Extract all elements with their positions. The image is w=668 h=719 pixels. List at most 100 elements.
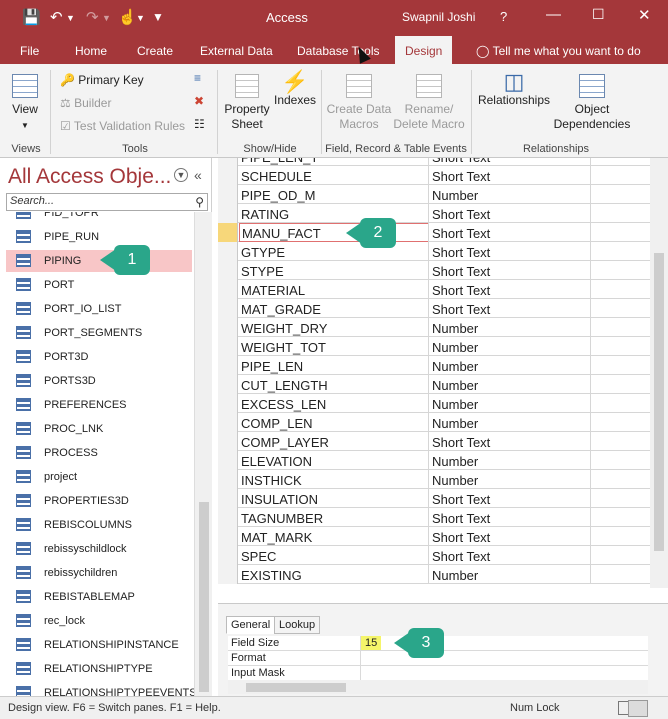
nav-item[interactable]: PORT <box>6 274 192 296</box>
field-row[interactable]: WEIGHT_DRY Number <box>218 318 650 337</box>
field-name-cell[interactable]: CUT_LENGTH <box>241 378 429 394</box>
test-validation-rules-button[interactable]: ☑ Test Validation Rules <box>60 119 185 133</box>
nav-item[interactable]: REBISCOLUMNS <box>6 514 192 536</box>
data-type-cell[interactable]: Number <box>432 397 478 412</box>
data-type-cell[interactable]: Number <box>432 359 478 374</box>
field-row[interactable]: WEIGHT_TOT Number <box>218 337 650 356</box>
field-grid-scrollbar[interactable] <box>650 158 668 588</box>
customize-qat-icon[interactable]: ▼ <box>152 10 164 24</box>
nav-pane-title[interactable]: All Access Obje... <box>8 165 171 189</box>
undo-dropdown-icon[interactable]: ▼ <box>66 13 75 23</box>
field-row[interactable]: CUT_LENGTH Number <box>218 375 650 394</box>
field-row[interactable]: PIPE_LEN_TShort Text <box>218 158 650 166</box>
data-type-cell[interactable]: Number <box>432 454 478 469</box>
tab-home[interactable]: Home <box>75 44 107 58</box>
property-sheet-button[interactable]: Property Sheet <box>222 74 272 132</box>
field-name-cell[interactable]: EXISTING <box>241 568 429 584</box>
field-name-cell[interactable]: GTYPE <box>241 245 429 261</box>
row-selector[interactable] <box>218 337 238 356</box>
row-selector[interactable] <box>218 489 238 508</box>
nav-item[interactable]: RELATIONSHIPINSTANCE <box>6 634 192 656</box>
data-type-cell[interactable]: Short Text <box>432 226 490 241</box>
field-row[interactable]: SPEC Short Text <box>218 546 650 565</box>
field-name-cell[interactable]: MATERIAL <box>241 283 429 299</box>
field-row[interactable]: SCHEDULE Short Text <box>218 166 650 185</box>
field-name-cell[interactable]: EXCESS_LEN <box>241 397 429 413</box>
data-type-cell[interactable]: Short Text <box>432 245 490 260</box>
properties-scroll-thumb[interactable] <box>246 683 346 692</box>
row-selector[interactable] <box>218 527 238 546</box>
row-selector[interactable] <box>218 508 238 527</box>
nav-item[interactable]: RELATIONSHIPTYPEEVENTS <box>6 682 194 696</box>
row-selector[interactable] <box>218 242 238 261</box>
view-button[interactable]: View ▼ <box>8 74 42 133</box>
field-row[interactable]: COMP_LEN Number <box>218 413 650 432</box>
insert-rows-icon[interactable]: ≡ <box>194 71 201 85</box>
field-name-cell[interactable]: WEIGHT_DRY <box>241 321 429 337</box>
field-row[interactable]: STYPE Short Text <box>218 261 650 280</box>
data-type-cell[interactable]: Number <box>432 568 478 583</box>
row-selector[interactable] <box>218 261 238 280</box>
data-type-cell[interactable]: Number <box>432 378 478 393</box>
row-selector[interactable] <box>218 204 238 223</box>
row-selector[interactable] <box>218 451 238 470</box>
tab-lookup[interactable]: Lookup <box>274 616 321 634</box>
primary-key-button[interactable]: 🔑 Primary Key <box>60 73 144 87</box>
data-type-cell[interactable]: Short Text <box>432 549 490 564</box>
grid-scroll-thumb[interactable] <box>654 253 664 551</box>
row-selector[interactable] <box>218 166 238 185</box>
save-icon[interactable]: 💾 <box>22 8 41 26</box>
nav-item[interactable]: PORTS3D <box>6 370 192 392</box>
data-type-cell[interactable]: Short Text <box>432 158 490 165</box>
data-type-cell[interactable]: Short Text <box>432 511 490 526</box>
field-row[interactable]: EXISTING Number <box>218 565 650 584</box>
field-row[interactable]: GTYPE Short Text <box>218 242 650 261</box>
indexes-button[interactable]: ⚡ Indexes <box>272 71 318 108</box>
field-name-cell[interactable]: ELEVATION <box>241 454 429 470</box>
field-row[interactable]: TAGNUMBER Short Text <box>218 508 650 527</box>
field-row[interactable]: MAT_GRADE Short Text <box>218 299 650 318</box>
row-selector[interactable] <box>218 185 238 204</box>
field-name-cell[interactable]: WEIGHT_TOT <box>241 340 429 356</box>
touch-mode-icon[interactable]: ☝ <box>118 8 137 26</box>
row-selector[interactable] <box>218 158 238 166</box>
modify-lookups-icon[interactable]: ☷ <box>194 117 205 131</box>
chevron-down-icon[interactable]: ▼ <box>174 168 188 182</box>
field-name-cell[interactable]: MANU_FACT <box>239 223 429 242</box>
data-type-cell[interactable]: Short Text <box>432 302 490 317</box>
data-type-cell[interactable]: Short Text <box>432 207 490 222</box>
field-row[interactable]: PIPE_OD_M Number <box>218 185 650 204</box>
field-name-cell[interactable]: MAT_MARK <box>241 530 429 546</box>
nav-item[interactable]: PORT3D <box>6 346 192 368</box>
nav-item[interactable]: REBISTABLEMAP <box>6 586 192 608</box>
row-selector[interactable] <box>218 318 238 337</box>
field-row[interactable]: COMP_LAYER Short Text <box>218 432 650 451</box>
data-type-cell[interactable]: Number <box>432 340 478 355</box>
field-row[interactable]: RATING Short Text <box>218 204 650 223</box>
maximize-icon[interactable]: ☐ <box>592 6 605 23</box>
nav-search-input[interactable]: Search... ⚲ <box>6 193 208 211</box>
tab-design[interactable]: Design <box>395 36 453 64</box>
field-name-cell[interactable]: TAGNUMBER <box>241 511 429 527</box>
tab-create[interactable]: Create <box>137 44 173 58</box>
nav-item[interactable]: PID_TOPR <box>6 212 192 224</box>
nav-scroll-thumb[interactable] <box>199 502 209 692</box>
field-name-cell[interactable]: COMP_LEN <box>241 416 429 432</box>
row-selector[interactable] <box>218 470 238 489</box>
property-row-input-mask[interactable]: Input Mask <box>228 666 648 681</box>
nav-item[interactable]: PROPERTIES3D <box>6 490 192 512</box>
data-type-cell[interactable]: Short Text <box>432 492 490 507</box>
field-name-cell[interactable]: INSULATION <box>241 492 429 508</box>
nav-item[interactable]: PORT_SEGMENTS <box>6 322 192 344</box>
row-selector[interactable] <box>218 356 238 375</box>
field-name-cell[interactable]: SCHEDULE <box>241 169 429 185</box>
row-selector[interactable] <box>218 413 238 432</box>
data-type-cell[interactable]: Short Text <box>432 264 490 279</box>
field-name-cell[interactable]: INSTHICK <box>241 473 429 489</box>
data-type-cell[interactable]: Number <box>432 416 478 431</box>
field-row[interactable]: INSULATION Short Text <box>218 489 650 508</box>
nav-item[interactable]: rebissyschildlock <box>6 538 192 560</box>
field-row[interactable]: ELEVATION Number <box>218 451 650 470</box>
field-name-cell[interactable]: STYPE <box>241 264 429 280</box>
row-selector[interactable] <box>218 394 238 413</box>
